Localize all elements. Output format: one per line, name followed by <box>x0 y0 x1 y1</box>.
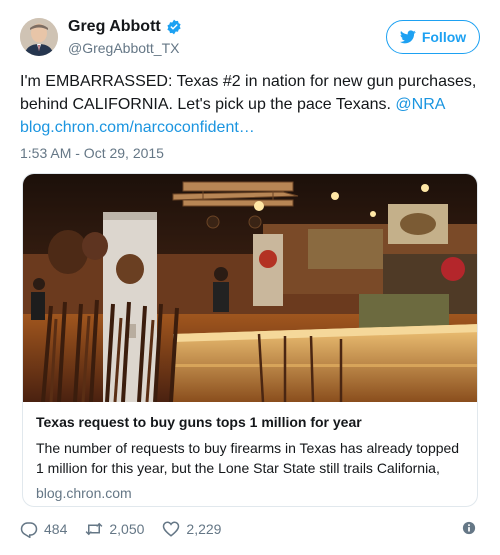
tweet-header: Greg Abbott @GregAbbott_TX Follow <box>20 16 480 62</box>
author-handle[interactable]: @GregAbbott_TX <box>68 40 182 56</box>
reply-action[interactable]: 484 <box>20 520 67 538</box>
tweet-timestamp[interactable]: 1:53 AM - Oct 29, 2015 <box>20 145 164 161</box>
verified-badge-icon <box>167 19 181 35</box>
card-domain: blog.chron.com <box>36 485 132 501</box>
like-count: 2,229 <box>186 521 222 537</box>
author-display-name: Greg Abbott <box>68 18 161 35</box>
card-body: Texas request to buy guns tops 1 million… <box>23 402 477 501</box>
embedded-tweet: Greg Abbott @GregAbbott_TX Follow I'm EM… <box>0 0 500 555</box>
reply-icon <box>20 522 38 538</box>
retweet-count: 2,050 <box>109 521 145 537</box>
follow-button-label: Follow <box>421 29 467 45</box>
reply-count: 484 <box>44 521 68 537</box>
card-description: The number of requests to buy firearms i… <box>36 440 460 476</box>
tweet-actions: 484 2,050 2,229 <box>20 518 480 540</box>
card-title: Texas request to buy guns tops 1 million… <box>36 414 362 430</box>
avatar[interactable] <box>20 18 58 56</box>
twitter-bird-icon <box>399 30 416 44</box>
like-action[interactable]: 2,229 <box>162 520 221 538</box>
author-display-name-link[interactable]: Greg Abbott <box>68 18 182 36</box>
link-card[interactable]: Texas request to buy guns tops 1 million… <box>22 173 478 507</box>
tweet-text: I'm EMBARRASSED: Texas #2 in nation for … <box>20 70 482 139</box>
follow-button[interactable]: Follow <box>386 20 480 54</box>
like-heart-icon <box>163 521 180 537</box>
retweet-icon <box>85 522 103 536</box>
article-link[interactable]: blog.chron.com/narcoconfident… <box>20 119 255 136</box>
retweet-action[interactable]: 2,050 <box>85 520 144 538</box>
mention-link[interactable]: @NRA <box>395 96 445 113</box>
author-names: Greg Abbott @GregAbbott_TX <box>68 18 182 56</box>
card-image <box>23 174 477 402</box>
info-icon[interactable] <box>462 521 476 535</box>
